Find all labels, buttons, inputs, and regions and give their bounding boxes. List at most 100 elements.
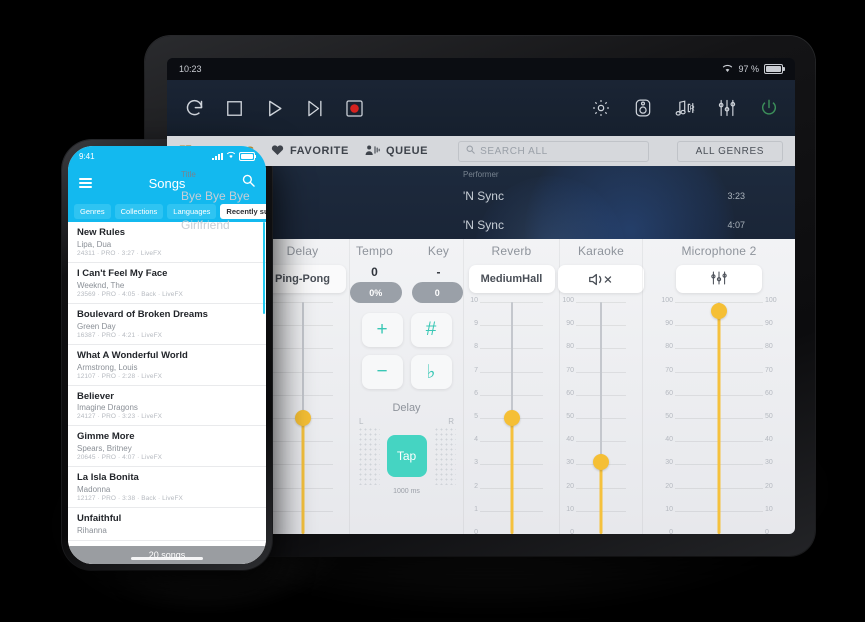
row-performer: 'N Sync [463,217,504,232]
gear-icon[interactable] [589,96,613,120]
slider-tick-label: 30 [665,459,673,467]
mixer-column-karaoke: Karaoke 0 10 20 30 40 50 60 70 80 90 100 [558,239,644,534]
list-item[interactable]: Believer Imagine Dragons 24127 · PRO · 3… [68,386,266,427]
slider-tick-label: 10 [470,297,478,304]
column-header-title: Title [181,170,196,179]
microphone-2-settings-button[interactable] [676,265,762,293]
slider-tick-label: 90 [765,320,773,328]
song-meta: 24127 · PRO · 3:23 · LiveFX [77,413,163,421]
music-record-icon[interactable]: R [673,96,697,120]
slider-tick-label: 20 [665,482,673,490]
next-icon[interactable] [301,95,327,121]
slider-knob[interactable] [593,454,609,471]
slider-tick-label: 7 [474,366,478,374]
slider-tick-label: 5 [474,413,478,420]
song-title: Unfaithful [77,513,122,525]
sliders-icon[interactable] [715,96,739,120]
reverb-slider[interactable]: 0 1 2 3 4 5 6 7 8 9 10 [464,297,559,534]
song-artist: Weeknd, The [77,280,125,290]
search-input[interactable]: SEARCH ALL [458,140,649,162]
slider-knob[interactable] [503,410,520,426]
battery-icon [239,151,256,161]
microphone-2-slider[interactable]: 0 0 10 10 20 20 30 30 40 40 50 50 60 60 70 70 80 80 90 90 10… [659,297,779,534]
tablet-clock: 10:23 [179,64,202,74]
heart-icon [271,144,284,159]
tab-favorite-label: FAVORITE [289,145,349,157]
song-artist: Green Day [77,321,116,331]
mixer-column-title: Reverb [491,244,532,258]
home-indicator[interactable] [131,557,203,560]
slider-tick-label: 40 [566,436,574,444]
karaoke-slider[interactable]: 0 10 20 30 40 50 60 70 80 90 100 [560,297,642,534]
delay-left-label: L [359,417,364,426]
table-row[interactable]: Girlfriend 'N Sync 4:07 [167,210,795,239]
search-placeholder: SEARCH ALL [480,145,548,157]
song-table-header: Title Performer [167,166,795,181]
tempo-down-button[interactable]: − [361,355,403,389]
list-item[interactable]: What A Wonderful World Armstrong, Louis … [68,345,266,386]
phone-status-bar: 9:41 [68,146,266,166]
key-flat-button[interactable]: ♭ [410,355,452,389]
record-icon[interactable] [341,95,367,121]
slider-tick-label: 100 [562,297,574,304]
table-row[interactable]: Bye Bye Bye 'N Sync 3:23 [167,181,795,210]
tab-favorite[interactable]: FAVORITE [271,144,349,159]
song-title: What A Wonderful World [77,349,188,361]
delay-lr-labels: L R [350,417,463,426]
all-genres-button[interactable]: ALL GENRES [676,140,783,162]
slider-tick-label: 30 [566,459,574,467]
tempo-percent-pill[interactable]: 0% [350,282,402,303]
slider-tick-label: 10 [566,505,574,513]
song-meta: 16387 · PRO · 4:21 · LiveFX [77,331,163,339]
mixer-column-tempo-key: Tempo Key 0 - 0% 0 + # − ♭ Delay L R Tap… [349,239,463,534]
slider-tick-label: 0 [570,529,574,534]
song-title: I Can't Feel My Face [77,267,168,279]
song-artist: Madonna [77,485,111,495]
row-title: Bye Bye Bye [181,188,250,203]
tab-queue[interactable]: QUEUE [365,144,428,159]
reverb-preset-button[interactable]: MediumHall [468,265,555,293]
list-item[interactable]: Gimme More Spears, Britney 20645 · PRO ·… [68,426,266,468]
song-artist: Lipa, Dua [77,239,112,249]
key-offset-pill[interactable]: 0 [411,282,463,303]
tap-button[interactable]: Tap [386,435,427,477]
phone-status-right [212,151,256,161]
slider-tick-label: 3 [474,459,478,467]
karaoke-slider-area: 0 10 20 30 40 50 60 70 80 90 100 [560,293,642,534]
tab-queue-label: QUEUE [385,145,429,157]
list-item[interactable]: La Isla Bonita Madonna 12127 · PRO · 3:3… [68,467,266,509]
slider-tick-label: 0 [765,529,769,534]
delay-dots-right [433,427,456,485]
mixer-column-reverb: Reverb MediumHall 0 1 2 3 4 5 6 7 8 9 10 [463,239,559,534]
slider-tick-label: 40 [665,436,673,444]
speaker-setup-icon[interactable] [631,96,655,120]
karaoke-mute-button[interactable] [558,265,644,293]
slider-fill [510,418,513,534]
play-icon[interactable] [261,95,287,121]
tempo-up-button[interactable]: + [361,313,403,347]
song-meta: 24311 · PRO · 3:27 · LiveFX [77,249,162,257]
slider-tick-label: 50 [665,413,673,420]
song-artist: Spears, Britney [77,444,132,454]
slider-tick-label: 100 [661,297,673,304]
list-item[interactable]: Unfaithful Rihanna [68,508,266,541]
column-header-duration [703,170,781,179]
key-sharp-button[interactable]: # [410,313,452,347]
transport-right-icons: R [589,96,781,120]
screenshot-stage: 10:23 97 % R FAVORITE QUEUE SEARCH ALL A… [0,0,865,622]
phone-song-list[interactable]: New Rules Lipa, Dua 24311 · PRO · 3:27 ·… [68,222,266,564]
hamburger-icon[interactable] [79,178,92,188]
slider-tick-label: 70 [665,366,673,374]
tempo-key-titles: Tempo Key [350,244,463,265]
power-icon[interactable] [757,96,781,120]
slider-tick-label: 10 [665,505,673,513]
delay-preset-button[interactable]: Ping-Pong [259,265,346,293]
list-item[interactable]: I Can't Feel My Face Weeknd, The 23569 ·… [68,263,266,304]
chip-genres[interactable]: Genres [74,203,111,219]
slider-tick-label: 6 [474,389,478,397]
restart-icon[interactable] [181,95,207,121]
slider-knob[interactable] [294,410,311,426]
list-item[interactable]: Boulevard of Broken Dreams Green Day 163… [68,304,266,345]
chip-collections[interactable]: Collections [114,203,164,219]
stop-icon[interactable] [221,95,247,121]
